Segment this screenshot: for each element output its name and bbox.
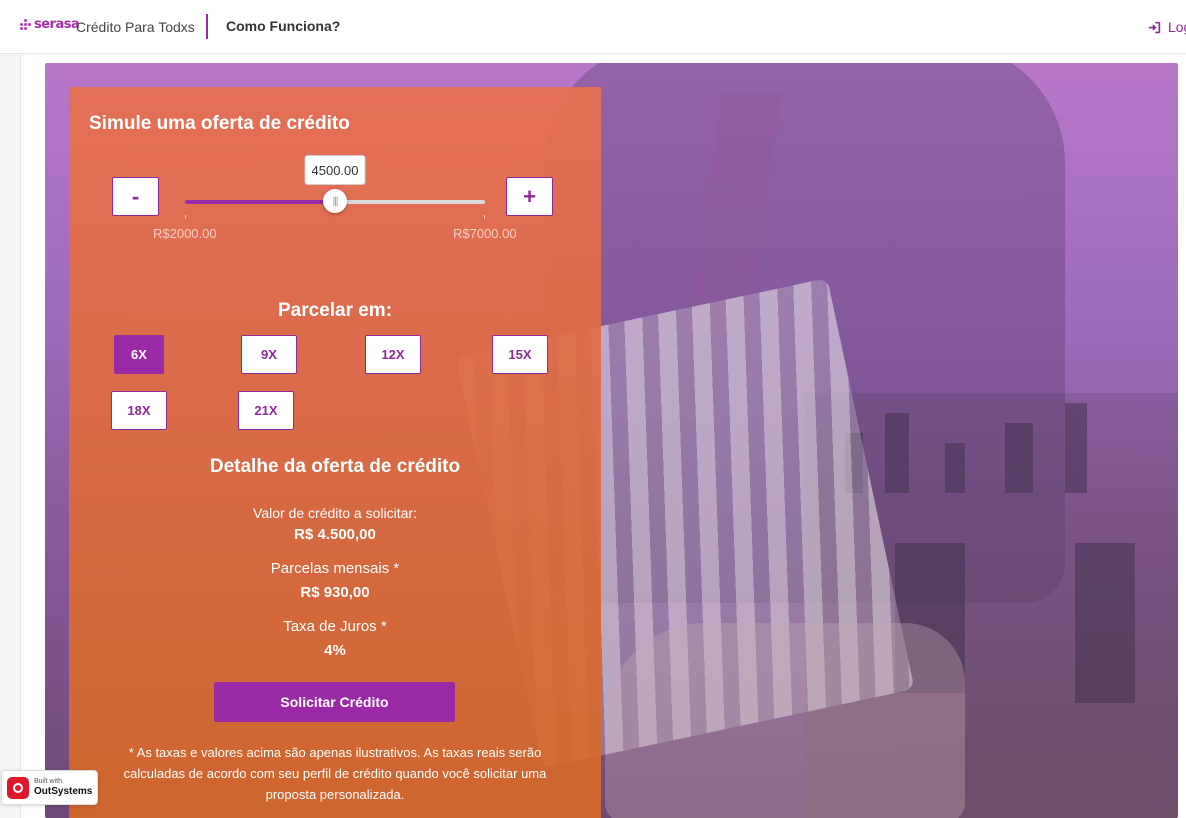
increase-amount-button[interactable]: + [506,177,553,216]
request-credit-button[interactable]: Solicitar Crédito [214,682,455,722]
login-label: Login [1168,19,1186,35]
installment-option-9x[interactable]: 9X [241,335,297,374]
logo-text: serasa [34,17,80,32]
hero-banner: Simule uma oferta de crédito - 4500.00 |… [45,63,1178,818]
outsystems-badge[interactable]: Built with OutSystems [1,770,98,805]
offer-details-title: Detalhe da oferta de crédito [209,456,461,477]
installment-option-21x[interactable]: 21X [238,391,294,430]
decrease-amount-button[interactable]: - [112,177,159,216]
installment-option-12x[interactable]: 12X [365,335,421,374]
header-divider [206,14,208,39]
installment-option-6x[interactable]: 6X [114,335,164,374]
monthly-installment-value: R$ 930,00 [300,584,370,601]
interest-rate-label: Taxa de Juros * [283,618,387,635]
sign-in-icon [1148,21,1161,33]
slider-max-label: R$7000.00 [453,226,517,241]
slider-min-label: R$2000.00 [153,226,217,241]
slider-max-tick [484,215,485,219]
serasa-dots-icon [20,18,32,31]
slider-min-tick [185,215,186,219]
installment-option-15x[interactable]: 15X [492,335,548,374]
disclaimer-text: * As taxas e valores acima são apenas il… [123,745,547,802]
monthly-installment-label: Parcelas mensais * [270,560,400,577]
simulator-title: Simule uma oferta de crédito [89,113,350,134]
installment-option-18x[interactable]: 18X [111,391,167,430]
slider-fill [185,200,335,204]
slider-thumb[interactable]: ||| [323,189,347,213]
login-link[interactable]: Login [1148,19,1186,35]
background-hand-image [605,623,965,818]
interest-rate-value: 4% [324,642,346,659]
outsystems-logo-icon [7,776,29,799]
slider-value-tooltip: 4500.00 [304,155,366,185]
badge-built-with: Built with [34,777,63,785]
credit-simulator-panel: Simule uma oferta de crédito - 4500.00 |… [69,87,601,818]
app-name[interactable]: Crédito Para Todxs [76,19,195,35]
credit-amount-label: Valor de crédito a solicitar: [253,505,417,521]
top-header: serasa Crédito Para Todxs Como Funciona?… [0,0,1186,54]
badge-platform: OutSystems [34,785,93,797]
serasa-logo[interactable]: serasa [20,17,80,32]
nav-como-funciona[interactable]: Como Funciona? [226,18,340,34]
installments-title: Parcelar em: [277,300,393,321]
side-panel [0,55,21,818]
amount-slider[interactable]: 4500.00 ||| [185,155,485,213]
credit-amount-value: R$ 4.500,00 [294,526,376,543]
slider-grip-icon: ||| [332,195,339,207]
